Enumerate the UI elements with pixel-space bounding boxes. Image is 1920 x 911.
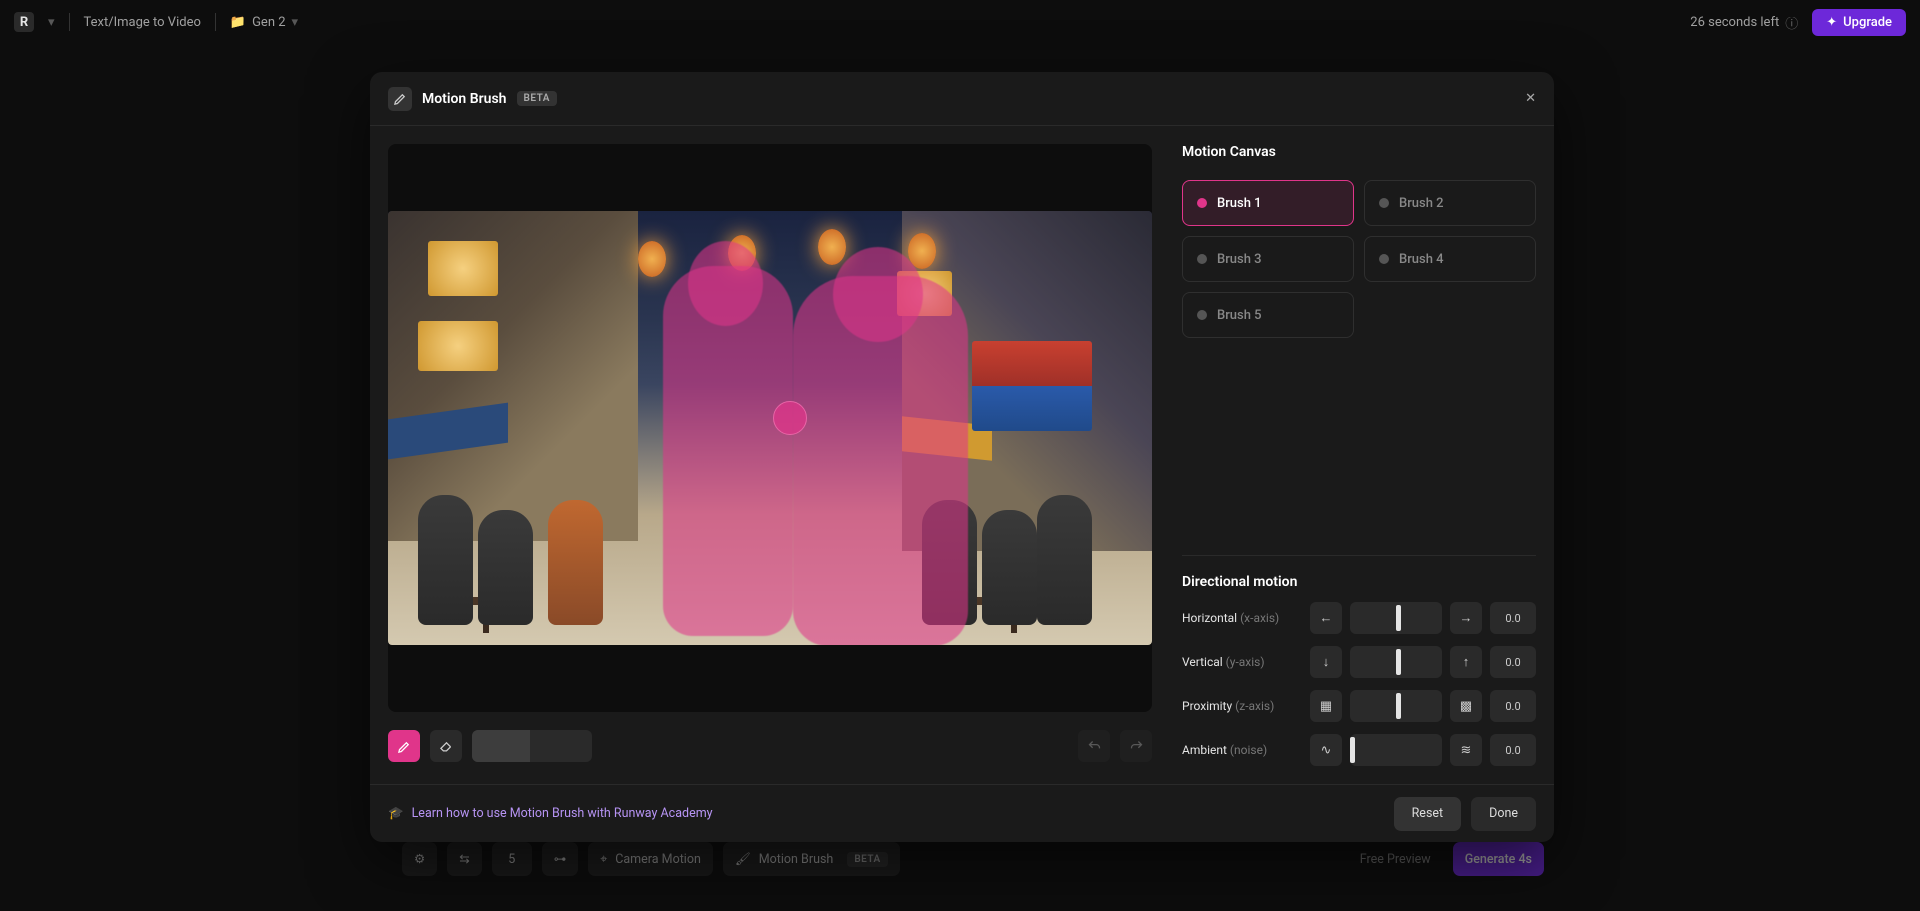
vertical-value[interactable]: 0.0 <box>1490 646 1536 678</box>
project-label: Gen 2 <box>252 15 285 30</box>
axis-label: (z-axis) <box>1235 699 1274 713</box>
camera-motion-button[interactable]: ⌖ Camera Motion <box>588 842 713 876</box>
redo-button[interactable] <box>1120 730 1152 762</box>
page-switcher[interactable]: Text/Image to Video <box>84 15 201 30</box>
interpolate-icon: ⊶ <box>554 851 567 867</box>
camera-motion-label: Camera Motion <box>615 852 701 867</box>
erase-tool[interactable] <box>430 730 462 762</box>
vertical-label: Vertical <box>1182 655 1223 669</box>
ambient-high-button[interactable]: ≋ <box>1450 734 1482 766</box>
proximity-in-button[interactable]: ▦ <box>1310 690 1342 722</box>
modal-footer: 🎓 Learn how to use Motion Brush with Run… <box>370 784 1554 842</box>
brush-label: Brush 2 <box>1399 196 1444 211</box>
brush-cursor <box>773 401 807 435</box>
academy-icon: 🎓 <box>388 806 404 821</box>
ambient-label: Ambient <box>1182 743 1227 757</box>
modal-header: Motion Brush BETA ✕ <box>370 72 1554 126</box>
beta-badge: BETA <box>847 852 887 867</box>
upgrade-label: Upgrade <box>1843 15 1892 30</box>
brush-mask <box>663 266 793 636</box>
arrow-up-button[interactable]: ↑ <box>1450 646 1482 678</box>
brush-selector: Brush 1 Brush 2 Brush 3 Brush 4 Brush 5 <box>1182 180 1536 338</box>
learn-link[interactable]: 🎓 Learn how to use Motion Brush with Run… <box>388 806 713 821</box>
project-switcher[interactable]: 📁 Gen 2 ▾ <box>230 15 298 30</box>
arrow-down-button[interactable]: ↓ <box>1310 646 1342 678</box>
reset-button[interactable]: Reset <box>1394 797 1462 831</box>
beta-badge: BETA <box>517 91 557 106</box>
free-preview-button[interactable]: Free Preview <box>1348 842 1443 876</box>
arrow-left-button[interactable]: ← <box>1310 602 1342 634</box>
brush-label: Brush 3 <box>1217 252 1262 267</box>
brush-mask <box>793 276 968 645</box>
brush-2[interactable]: Brush 2 <box>1364 180 1536 226</box>
seed-icon: ⇆ <box>459 851 469 867</box>
proximity-out-button[interactable]: ▩ <box>1450 690 1482 722</box>
proximity-slider[interactable] <box>1350 690 1442 722</box>
brush-icon: 🖌 <box>735 852 751 867</box>
proximity-value[interactable]: 0.0 <box>1490 690 1536 722</box>
settings-button[interactable]: ⚙ <box>402 842 437 876</box>
motion-brush-label: Motion Brush <box>759 852 834 867</box>
motion-brush-modal: Motion Brush BETA ✕ <box>370 72 1554 842</box>
brush-1[interactable]: Brush 1 <box>1182 180 1354 226</box>
seed-button[interactable]: ⇆ <box>447 842 481 876</box>
info-icon: ⓘ <box>1785 13 1798 32</box>
page-label: Text/Image to Video <box>84 15 201 30</box>
vertical-row: Vertical (y-axis) ↓ ↑ 0.0 <box>1182 646 1536 678</box>
motion-brush-button[interactable]: 🖌 Motion Brush BETA <box>723 842 900 876</box>
value-display[interactable]: 5 <box>492 842 532 876</box>
brush-canvas[interactable] <box>388 144 1152 712</box>
axis-label: (y-axis) <box>1226 655 1265 669</box>
canvas-toolbar <box>388 726 1152 766</box>
directional-title: Directional motion <box>1182 574 1536 590</box>
camera-icon: ⌖ <box>600 852 607 867</box>
paint-tool[interactable] <box>388 730 420 762</box>
chevron-down-icon: ▾ <box>292 15 299 30</box>
brush-label: Brush 5 <box>1217 308 1262 323</box>
brush-size-slider[interactable] <box>472 730 592 762</box>
horizontal-slider[interactable] <box>1350 602 1442 634</box>
axis-label: (noise) <box>1230 743 1267 757</box>
proximity-label: Proximity <box>1182 699 1232 713</box>
top-bar: R ▾ Text/Image to Video 📁 Gen 2 ▾ 26 sec… <box>0 0 1920 44</box>
generate-button[interactable]: Generate 4s <box>1453 842 1544 876</box>
seconds-left[interactable]: 26 seconds left ⓘ <box>1690 13 1798 32</box>
ambient-value[interactable]: 0.0 <box>1490 734 1536 766</box>
brush-5[interactable]: Brush 5 <box>1182 292 1354 338</box>
folder-icon: 📁 <box>230 15 246 30</box>
brush-label: Brush 1 <box>1217 196 1262 211</box>
brush-icon <box>388 87 412 111</box>
arrow-right-button[interactable]: → <box>1450 602 1482 634</box>
ambient-slider[interactable] <box>1350 734 1442 766</box>
close-button[interactable]: ✕ <box>1525 91 1536 106</box>
sparkle-icon: ✦ <box>1826 15 1837 30</box>
proximity-row: Proximity (z-axis) ▦ ▩ 0.0 <box>1182 690 1536 722</box>
chevron-down-icon[interactable]: ▾ <box>48 15 55 30</box>
horizontal-label: Horizontal <box>1182 611 1237 625</box>
sliders-icon: ⚙ <box>414 851 425 867</box>
brush-label: Brush 4 <box>1399 252 1444 267</box>
horizontal-row: Horizontal (x-axis) ← → 0.0 <box>1182 602 1536 634</box>
seconds-left-label: 26 seconds left <box>1690 15 1779 30</box>
modal-title: Motion Brush <box>422 91 507 107</box>
brush-4[interactable]: Brush 4 <box>1364 236 1536 282</box>
axis-label: (x-axis) <box>1240 611 1279 625</box>
upgrade-button[interactable]: ✦ Upgrade <box>1812 9 1906 36</box>
motion-canvas-title: Motion Canvas <box>1182 144 1536 160</box>
ambient-low-button[interactable]: ∿ <box>1310 734 1342 766</box>
vertical-slider[interactable] <box>1350 646 1442 678</box>
canvas-image <box>388 211 1152 645</box>
ambient-row: Ambient (noise) ∿ ≋ 0.0 <box>1182 734 1536 766</box>
brush-3[interactable]: Brush 3 <box>1182 236 1354 282</box>
undo-button[interactable] <box>1078 730 1110 762</box>
interpolate-button[interactable]: ⊶ <box>542 842 579 876</box>
app-logo[interactable]: R <box>14 12 34 32</box>
learn-label: Learn how to use Motion Brush with Runwa… <box>412 806 713 821</box>
horizontal-value[interactable]: 0.0 <box>1490 602 1536 634</box>
done-button[interactable]: Done <box>1471 797 1536 831</box>
